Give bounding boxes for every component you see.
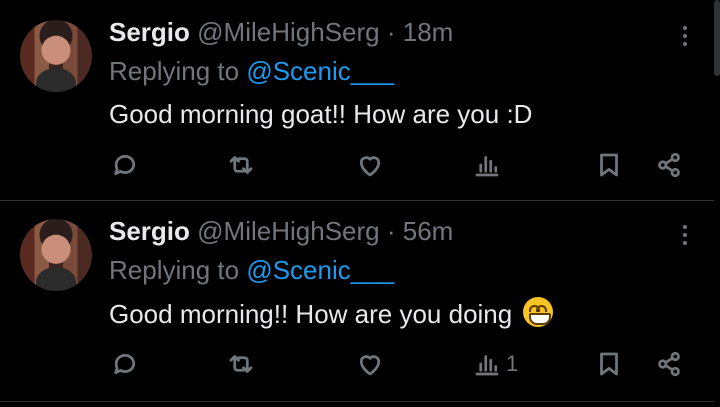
- retweet-arrows-icon: [229, 355, 253, 373]
- more-options-icon[interactable]: [682, 24, 688, 48]
- share-button[interactable]: [654, 347, 684, 381]
- more-options-icon[interactable]: [682, 223, 688, 247]
- views-button[interactable]: [472, 148, 506, 182]
- bookmark-icon: [600, 153, 618, 177]
- grinning-face-emoji: [523, 297, 554, 327]
- separator-dot: ·: [386, 17, 396, 47]
- author-name[interactable]: Sergio: [109, 216, 190, 246]
- tweet-divider: [0, 401, 714, 402]
- timestamp[interactable]: 56m: [403, 216, 454, 246]
- tweet-text: Good morning goat!! How are you :D: [109, 99, 533, 129]
- heart-icon: [359, 156, 381, 177]
- avatar[interactable]: [20, 219, 92, 291]
- views-count: 1: [506, 351, 519, 376]
- replying-prefix: Replying to: [109, 56, 240, 86]
- timestamp[interactable]: 18m: [403, 17, 454, 47]
- action-bar: 1: [0, 347, 714, 381]
- reply-button[interactable]: [110, 148, 140, 182]
- scrollbar[interactable]: [714, 0, 720, 76]
- retweet-arrows-icon: [229, 156, 253, 174]
- author-name[interactable]: Sergio: [109, 17, 190, 47]
- tweet-text-line: Good morning!! How are you doing: [109, 297, 554, 330]
- bookmark-button[interactable]: [594, 347, 624, 381]
- mention-link[interactable]: @Scenic___: [246, 255, 394, 285]
- bar-chart-icon: [475, 156, 499, 177]
- heart-icon: [359, 355, 381, 376]
- share-button[interactable]: [654, 148, 684, 182]
- retweet-button[interactable]: [226, 347, 256, 381]
- author-handle[interactable]: @MileHighSerg: [197, 216, 379, 246]
- bookmark-button[interactable]: [594, 148, 624, 182]
- tweet-text: Good morning!! How are you doing: [109, 299, 513, 329]
- action-bar: [0, 148, 714, 182]
- avatar[interactable]: [20, 20, 92, 92]
- bookmark-icon: [600, 352, 618, 376]
- avatar-shirt: [36, 267, 76, 291]
- avatar-shirt: [36, 68, 76, 92]
- replying-prefix: Replying to: [109, 255, 240, 285]
- tweet-header: Sergio @MileHighSerg · 18m: [109, 17, 453, 47]
- share-nodes-icon: [658, 351, 680, 377]
- views-button[interactable]: 1: [472, 347, 518, 381]
- tweet-header: Sergio @MileHighSerg · 56m: [109, 216, 453, 246]
- speech-bubble-icon: [114, 354, 136, 375]
- speech-bubble-icon: [114, 155, 136, 176]
- share-nodes-icon: [658, 152, 680, 178]
- replying-to: Replying to @Scenic___: [109, 56, 394, 86]
- retweet-button[interactable]: [226, 148, 256, 182]
- author-handle[interactable]: @MileHighSerg: [197, 17, 379, 47]
- replying-to: Replying to @Scenic___: [109, 255, 394, 285]
- like-button[interactable]: [355, 148, 385, 182]
- bar-chart-icon: [475, 355, 499, 376]
- reply-button[interactable]: [110, 347, 140, 381]
- tweet[interactable]: Sergio @MileHighSerg · 56m Replying to @…: [0, 201, 714, 401]
- mention-link[interactable]: @Scenic___: [246, 56, 394, 86]
- separator-dot: ·: [386, 216, 396, 246]
- tweet[interactable]: Sergio @MileHighSerg · 18m Replying to @…: [0, 0, 714, 200]
- like-button[interactable]: [355, 347, 385, 381]
